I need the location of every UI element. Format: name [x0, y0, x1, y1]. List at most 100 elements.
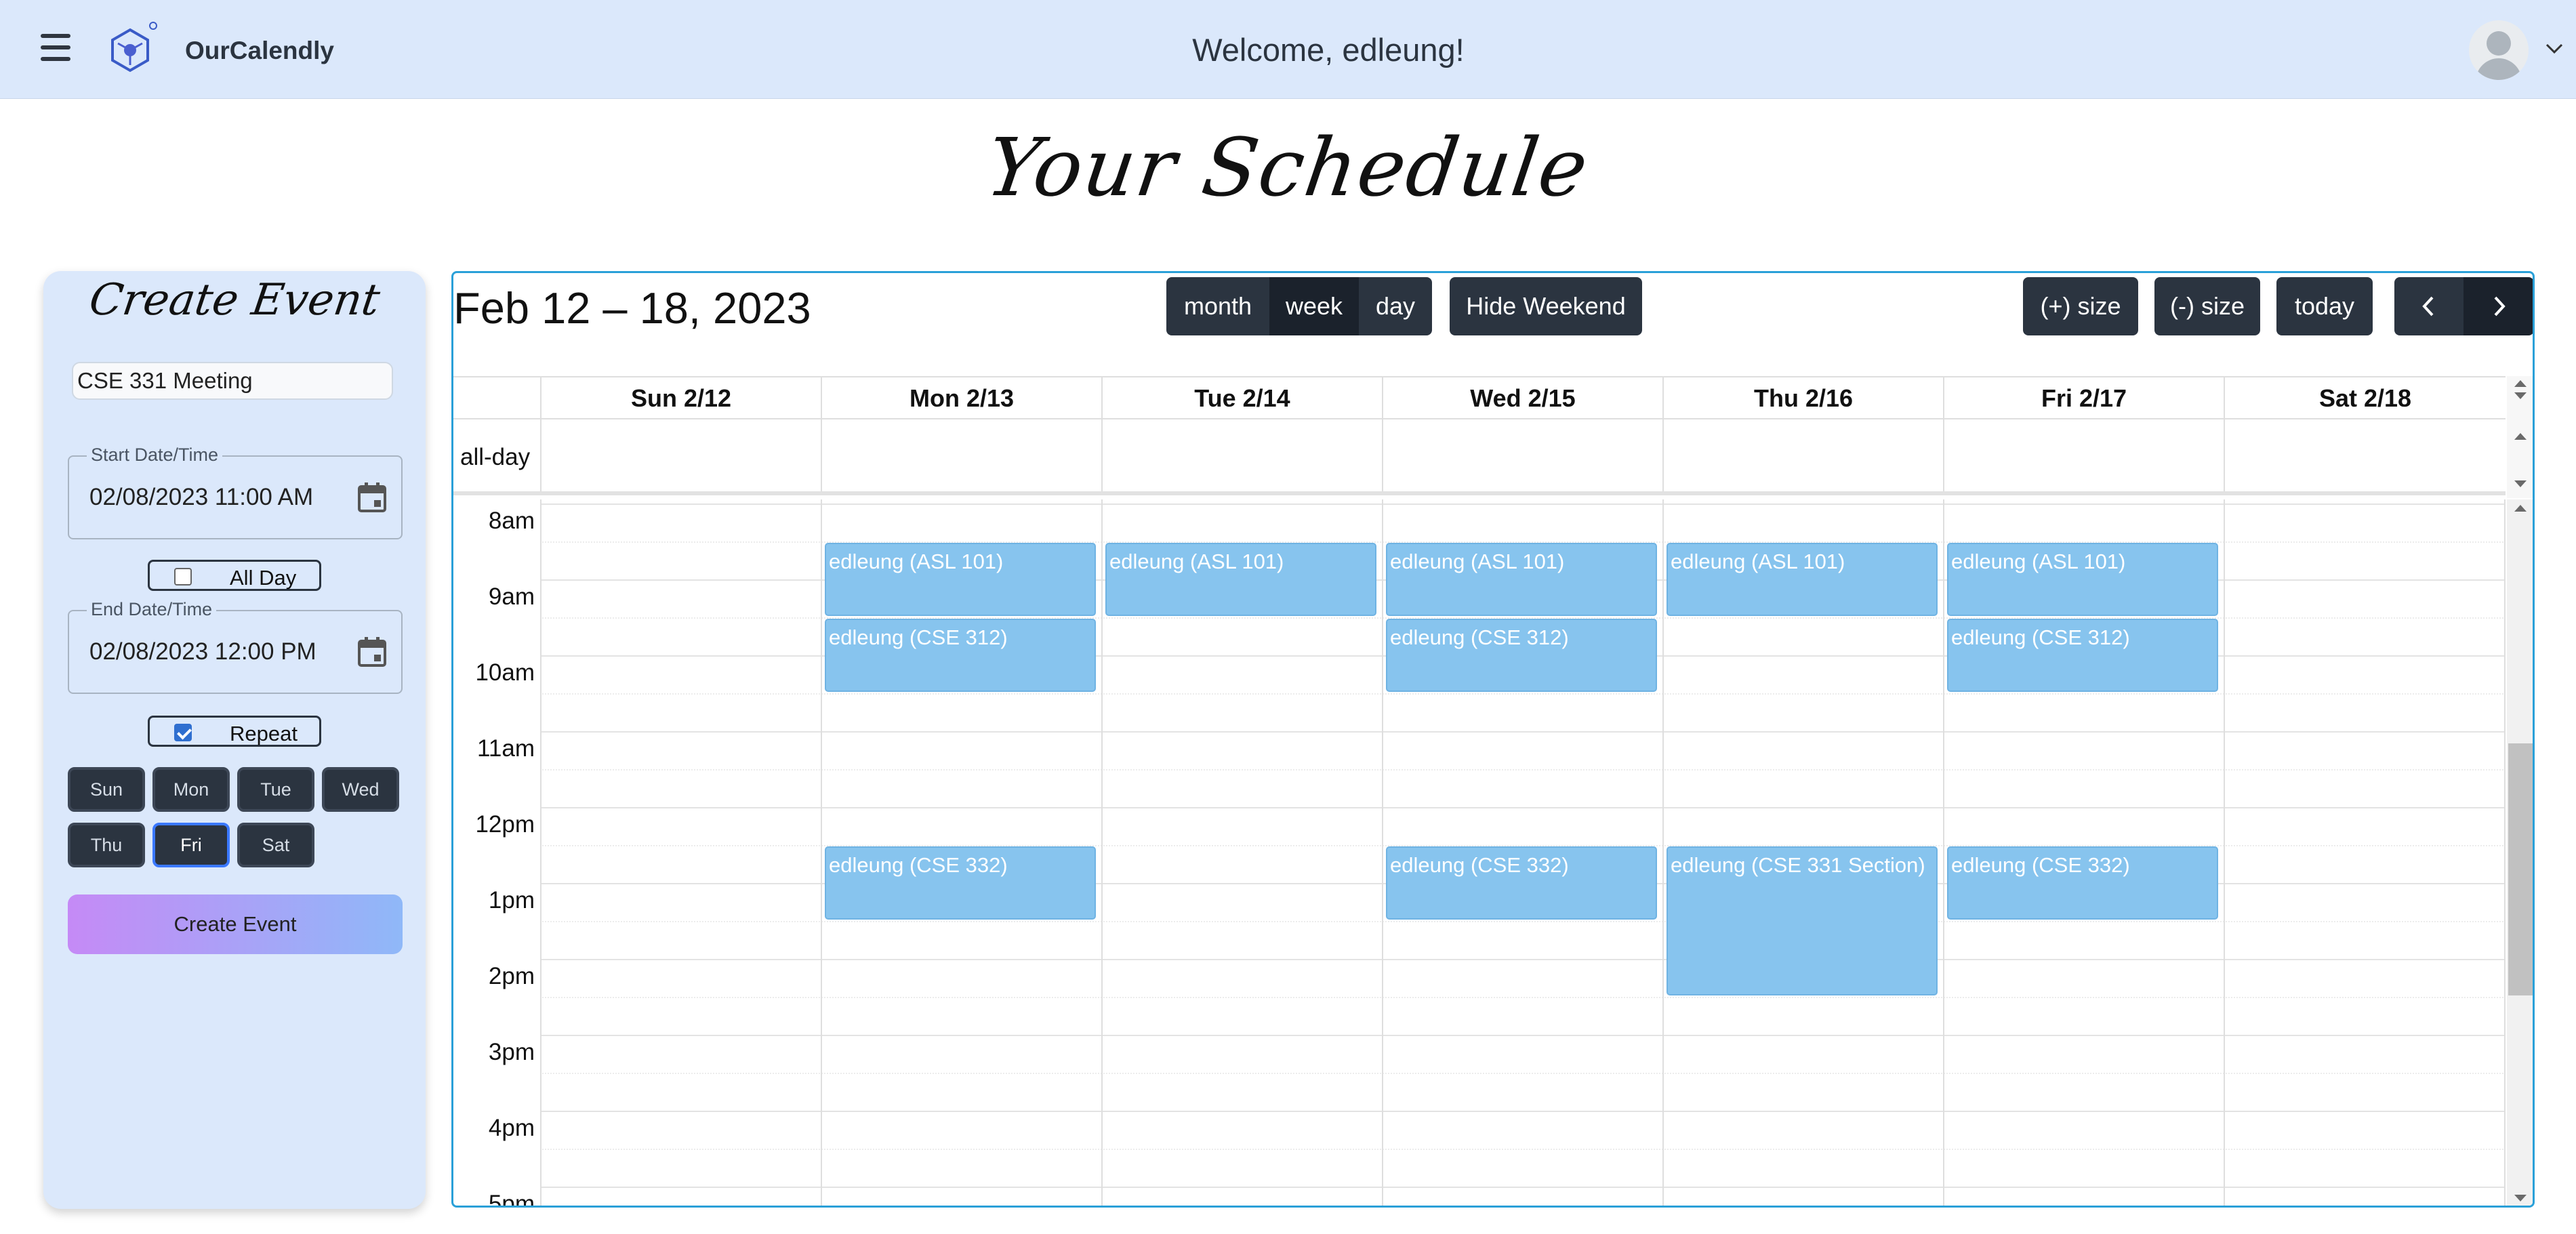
half-hour-line: [540, 997, 2506, 998]
all-day-cell[interactable]: [2224, 419, 2506, 491]
scroll-down-icon[interactable]: [2514, 1195, 2527, 1201]
scroll-down-icon[interactable]: [2514, 392, 2527, 399]
create-event-heading: Create Event: [86, 275, 383, 325]
repeat-toggle[interactable]: Repeat: [148, 716, 321, 747]
day-column-divider: [1943, 499, 1944, 1206]
hour-line: [540, 731, 2506, 733]
all-day-row: all-day: [453, 419, 2506, 495]
day-view-button[interactable]: day: [1359, 277, 1432, 335]
calendar-event[interactable]: edleung (ASL 101): [1947, 543, 2218, 616]
time-label: 3pm: [488, 1039, 535, 1065]
day-header[interactable]: Tue 2/14: [1101, 377, 1382, 419]
scroll-up-icon[interactable]: [2514, 380, 2527, 387]
decrease-size-button[interactable]: (-) size: [2154, 277, 2260, 335]
start-datetime-value[interactable]: 02/08/2023 11:00 AM: [89, 484, 313, 511]
all-day-cell[interactable]: [821, 419, 1101, 491]
hour-line: [540, 1187, 2506, 1188]
time-label: 9am: [488, 583, 535, 610]
day-button-fri[interactable]: Fri: [152, 823, 230, 867]
scroll-down-icon[interactable]: [2514, 480, 2527, 487]
hide-weekend-button[interactable]: Hide Weekend: [1450, 277, 1642, 335]
week-calendar: Feb 12 – 18, 2023 month week day Hide We…: [451, 271, 2535, 1208]
half-hour-line: [540, 1073, 2506, 1074]
end-datetime-field[interactable]: End Date/Time 02/08/2023 12:00 PM: [68, 599, 403, 694]
calendar-event[interactable]: edleung (ASL 101): [825, 543, 1096, 616]
day-button-tue[interactable]: Tue: [237, 767, 314, 812]
day-header[interactable]: Wed 2/15: [1382, 377, 1662, 419]
calendar-event[interactable]: edleung (CSE 312): [825, 619, 1096, 692]
calendar-event[interactable]: edleung (CSE 332): [1947, 846, 2218, 920]
time-label: 1pm: [488, 887, 535, 913]
day-button-thu[interactable]: Thu: [68, 823, 145, 867]
week-view-button[interactable]: week: [1269, 277, 1359, 335]
half-hour-line: [540, 921, 2506, 922]
calendar-event[interactable]: edleung (ASL 101): [1105, 543, 1376, 616]
hour-line: [540, 807, 2506, 808]
scroll-up-icon[interactable]: [2514, 505, 2527, 512]
brand-name[interactable]: OurCalendly: [185, 37, 334, 65]
time-label: 2pm: [488, 963, 535, 989]
today-button[interactable]: today: [2276, 277, 2373, 335]
hour-line: [540, 1111, 2506, 1112]
calendar-event[interactable]: edleung (CSE 332): [825, 846, 1096, 920]
top-navbar: OurCalendly Welcome, edleung!: [0, 0, 2576, 99]
calendar-event[interactable]: edleung (ASL 101): [1667, 543, 1938, 616]
event-title-input[interactable]: [72, 362, 393, 400]
day-button-sun[interactable]: Sun: [68, 767, 145, 812]
all-day-toggle[interactable]: All Day: [148, 560, 321, 591]
end-datetime-value[interactable]: 02/08/2023 12:00 PM: [89, 638, 316, 665]
start-datetime-field[interactable]: Start Date/Time 02/08/2023 11:00 AM: [68, 445, 403, 539]
chevron-right-icon: [2494, 296, 2506, 316]
calendar-event[interactable]: edleung (CSE 332): [1386, 846, 1657, 920]
repeat-checkbox[interactable]: [174, 724, 192, 741]
all-day-cell[interactable]: [540, 419, 821, 491]
day-button-sat[interactable]: Sat: [237, 823, 314, 867]
all-day-cell[interactable]: [1382, 419, 1662, 491]
next-week-button[interactable]: [2463, 277, 2533, 335]
chevron-down-icon[interactable]: [2543, 38, 2566, 58]
create-event-panel: Create Event Start Date/Time 02/08/2023 …: [43, 271, 426, 1209]
create-event-button[interactable]: Create Event: [68, 894, 403, 954]
calendar-event[interactable]: edleung (ASL 101): [1386, 543, 1657, 616]
welcome-message: Welcome, edleung!: [1192, 32, 1465, 68]
day-button-mon[interactable]: Mon: [152, 767, 230, 812]
increase-size-button[interactable]: (+) size: [2023, 277, 2138, 335]
calendar-event[interactable]: edleung (CSE 331 Section): [1667, 846, 1938, 995]
month-view-button[interactable]: month: [1166, 277, 1269, 335]
day-column-divider: [821, 499, 822, 1206]
day-column-divider: [540, 499, 541, 1206]
day-column-divider: [2504, 499, 2506, 1206]
all-day-cell[interactable]: [1943, 419, 2224, 491]
time-label: 4pm: [488, 1115, 535, 1141]
day-header[interactable]: Sun 2/12: [540, 377, 821, 419]
calendar-icon[interactable]: [358, 482, 386, 512]
time-grid[interactable]: 8am 9am 10am 11am 12pm 1pm 2pm 3pm 4pm 5pm edleung…: [453, 499, 2506, 1206]
header-scrollbar[interactable]: [2507, 376, 2533, 498]
user-avatar[interactable]: [2469, 20, 2529, 80]
scroll-up-icon[interactable]: [2514, 433, 2527, 440]
time-label: 11am: [477, 735, 535, 762]
day-header[interactable]: Mon 2/13: [821, 377, 1101, 419]
prev-week-button[interactable]: [2394, 277, 2463, 335]
day-column-divider: [2224, 499, 2225, 1206]
day-column-divider: [1101, 499, 1103, 1206]
day-button-wed[interactable]: Wed: [322, 767, 399, 812]
repeat-label: Repeat: [230, 722, 298, 745]
all-day-cell[interactable]: [1101, 419, 1382, 491]
day-header[interactable]: Sat 2/18: [2224, 377, 2506, 419]
day-header[interactable]: Thu 2/16: [1662, 377, 1943, 419]
chevron-left-icon: [2422, 296, 2434, 316]
hour-line: [540, 1035, 2506, 1036]
hamburger-menu-icon[interactable]: [41, 34, 70, 61]
day-column-divider: [1662, 499, 1664, 1206]
all-day-cell[interactable]: [1662, 419, 1943, 491]
calendar-icon[interactable]: [358, 637, 386, 667]
day-header[interactable]: Fri 2/17: [1943, 377, 2224, 419]
all-day-row-label: all-day: [460, 444, 531, 470]
calendar-event[interactable]: edleung (CSE 312): [1947, 619, 2218, 692]
half-hour-line: [540, 769, 2506, 770]
calendar-event[interactable]: edleung (CSE 312): [1386, 619, 1657, 692]
scrollbar-thumb[interactable]: [2508, 743, 2533, 995]
all-day-checkbox[interactable]: [174, 568, 192, 585]
end-datetime-label: End Date/Time: [87, 599, 217, 620]
